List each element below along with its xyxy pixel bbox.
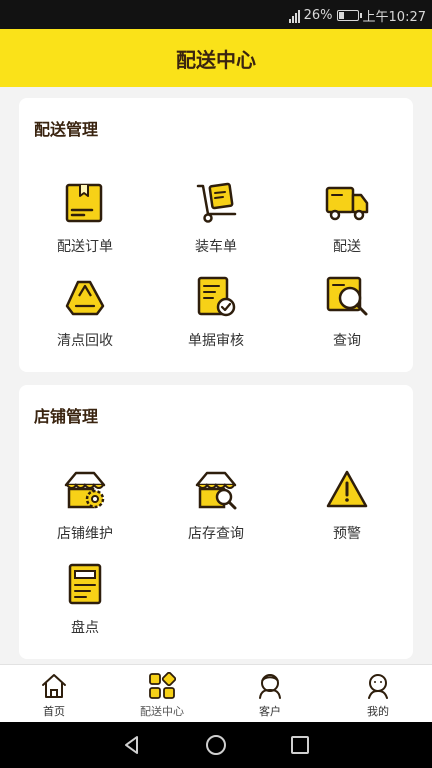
section-title: 店铺管理: [34, 407, 99, 426]
recents-square-icon[interactable]: [288, 733, 312, 757]
store-search-icon: [195, 471, 237, 510]
warning-icon: [326, 470, 368, 508]
query-item[interactable]: 查询: [282, 274, 412, 350]
clock: 上午10:27: [362, 10, 426, 25]
tab-label: 首页: [43, 705, 65, 718]
inventory-icon: [68, 563, 102, 605]
back-icon[interactable]: [120, 733, 144, 757]
store-stock-query-item[interactable]: 店存查询: [151, 467, 281, 543]
delivery-order-item[interactable]: 配送订单: [20, 180, 150, 256]
loading-list-item[interactable]: 装车单: [151, 180, 281, 256]
item-label: 单据审核: [188, 333, 244, 349]
home-icon: [42, 674, 66, 698]
item-label: 预警: [333, 526, 361, 542]
tab-label: 客户: [259, 705, 281, 718]
warning-item[interactable]: 预警: [282, 467, 412, 543]
inventory-check-item[interactable]: 盘点: [20, 561, 150, 637]
recycle-count-item[interactable]: 清点回收: [20, 274, 150, 350]
battery-percent: 26%: [303, 8, 333, 23]
tab-profile[interactable]: 我的: [324, 665, 432, 722]
item-label: 装车单: [195, 239, 237, 255]
customer-icon: [259, 674, 281, 699]
app-header: 配送中心: [0, 29, 432, 87]
item-label: 盘点: [71, 620, 99, 636]
item-label: 配送订单: [57, 239, 113, 255]
document-review-item[interactable]: 单据审核: [151, 274, 281, 350]
home-circle-icon[interactable]: [204, 733, 228, 757]
signal-icon: [288, 9, 300, 23]
tab-label: 配送中心: [140, 705, 184, 718]
item-label: 配送: [333, 239, 361, 255]
store-maintenance-item[interactable]: 店铺维护: [20, 467, 150, 543]
battery-icon: [336, 10, 362, 21]
apps-icon: [149, 672, 176, 699]
item-label: 查询: [333, 333, 361, 349]
tab-home[interactable]: 首页: [0, 665, 108, 722]
recycle-icon: [65, 280, 105, 316]
section-title: 配送管理: [34, 120, 99, 139]
tab-delivery-center[interactable]: 配送中心: [108, 665, 216, 722]
bottom-tab-bar: 首页 配送中心 客户 我的: [0, 664, 432, 722]
hand-truck-icon: [196, 182, 237, 223]
system-nav-bar: [0, 722, 432, 768]
delivery-management-card: 配送管理 配送订单 装车单 配送 清点回收 单据审核 查询: [19, 98, 413, 372]
delivery-item[interactable]: 配送: [282, 180, 412, 256]
item-label: 店存查询: [188, 526, 244, 542]
store-management-card: 店铺管理 店铺维护 店存查询 预警 盘点: [19, 385, 413, 659]
store-gear-icon: [64, 471, 106, 509]
item-label: 店铺维护: [57, 526, 113, 542]
page-title: 配送中心: [176, 47, 256, 72]
search-doc-icon: [326, 276, 368, 316]
status-bar: 26% 上午10:27: [0, 0, 432, 29]
delivery-truck-icon: [325, 186, 369, 221]
item-label: 清点回收: [57, 333, 113, 349]
tab-customer[interactable]: 客户: [216, 665, 324, 722]
document-check-icon: [197, 276, 236, 317]
order-box-icon: [65, 183, 103, 223]
profile-icon: [368, 674, 388, 699]
tab-label: 我的: [367, 705, 389, 718]
